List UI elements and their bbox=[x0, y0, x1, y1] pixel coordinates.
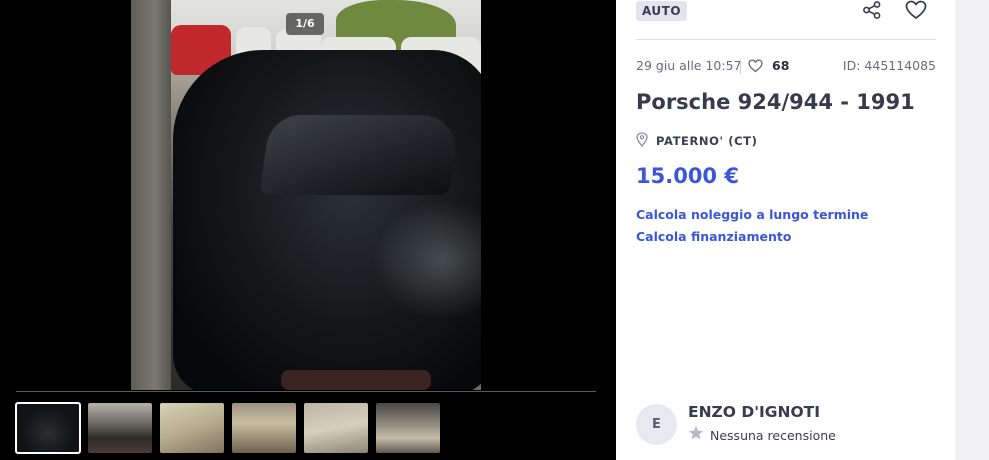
price: 15.000 € bbox=[636, 164, 739, 188]
main-photo[interactable] bbox=[131, 0, 481, 390]
thumbnail-6[interactable] bbox=[376, 403, 440, 453]
favorite-button[interactable] bbox=[903, 0, 929, 24]
location-text: PATERNO' (CT) bbox=[656, 134, 758, 148]
publish-date: 29 giu alle 10:57 bbox=[636, 58, 742, 73]
location-row: PATERNO' (CT) bbox=[636, 131, 758, 151]
favorites-count: 68 bbox=[772, 58, 790, 73]
share-icon bbox=[862, 0, 882, 24]
category-badge[interactable]: AUTO bbox=[636, 1, 688, 21]
thumbnail-4[interactable] bbox=[232, 403, 296, 453]
gallery-divider bbox=[16, 391, 596, 392]
thumbnail-strip bbox=[15, 402, 440, 455]
page-margin bbox=[955, 0, 989, 460]
thumbnail-5[interactable] bbox=[304, 403, 368, 453]
thumbnail-1[interactable] bbox=[15, 402, 81, 454]
photo-counter: 1/6 bbox=[286, 13, 324, 35]
ad-id: ID: 445114085 bbox=[842, 58, 936, 73]
header-divider bbox=[636, 39, 936, 40]
seller-reviews: Nessuna recensione bbox=[688, 426, 836, 444]
thumbnail-2[interactable] bbox=[88, 403, 152, 453]
thumbnail-3[interactable] bbox=[160, 403, 224, 453]
share-button[interactable] bbox=[859, 0, 885, 24]
rental-calculator-link[interactable]: Calcola noleggio a lungo termine bbox=[636, 207, 868, 222]
star-icon bbox=[688, 425, 704, 445]
seller-avatar[interactable]: E bbox=[636, 404, 677, 445]
financing-calculator-link[interactable]: Calcola finanziamento bbox=[636, 229, 791, 244]
photo-gallery: 1/6 bbox=[0, 0, 616, 460]
heart-icon bbox=[905, 0, 927, 24]
meta-separator bbox=[740, 59, 741, 74]
favorites-heart-icon bbox=[748, 59, 763, 76]
listing-title: Porsche 924/944 - 1991 bbox=[636, 90, 915, 114]
listing-details-panel: AUTO 29 giu alle 10:57 68 ID: 445114085 … bbox=[616, 0, 955, 460]
listing-meta: 29 giu alle 10:57 68 ID: 445114085 bbox=[636, 58, 936, 76]
location-pin-icon bbox=[636, 131, 648, 151]
page: 1/6 AUTO 29 giu alle 10:57 68 ID: 445114… bbox=[0, 0, 989, 460]
seller-name[interactable]: ENZO D'IGNOTI bbox=[688, 403, 820, 421]
review-count-text: Nessuna recensione bbox=[710, 427, 836, 443]
